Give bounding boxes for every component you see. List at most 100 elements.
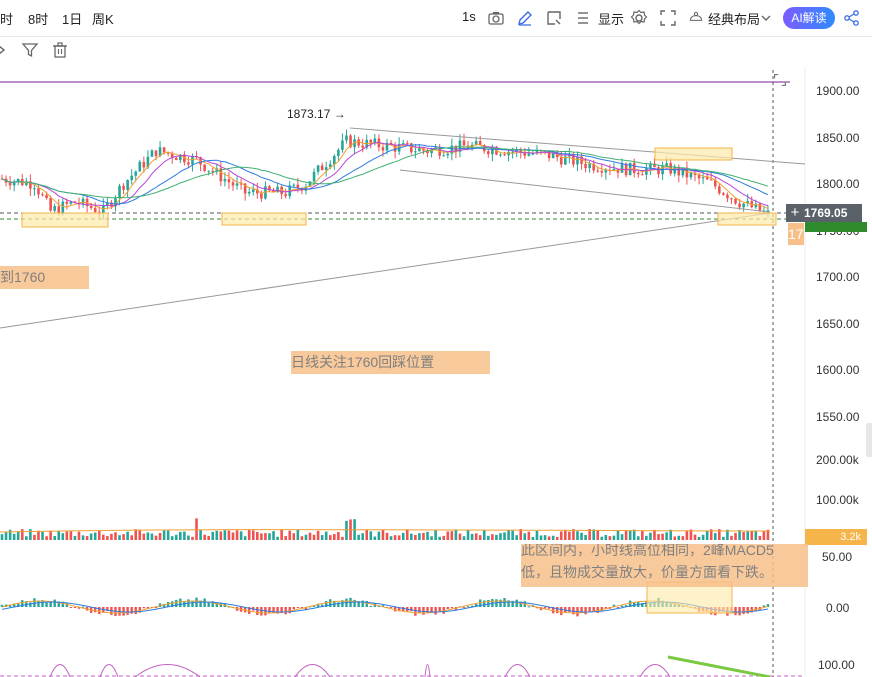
candle-body xyxy=(596,170,600,172)
rsi-curve xyxy=(424,664,431,677)
trend-line-rising xyxy=(0,212,771,329)
macd-bar xyxy=(527,606,531,608)
interval-selector[interactable]: 1s xyxy=(462,9,476,24)
volume-bar xyxy=(434,530,437,540)
volume-bar xyxy=(179,531,182,540)
candle-body xyxy=(37,188,40,195)
ai-interpret-button[interactable]: AI解读 xyxy=(783,7,835,29)
fullscreen-icon[interactable] xyxy=(658,8,678,28)
volume-bar xyxy=(324,531,328,540)
volume-bar xyxy=(422,532,425,540)
volume-bar xyxy=(122,534,125,540)
volume-bar xyxy=(669,529,672,540)
drawing-toolbar xyxy=(0,36,872,66)
chevron-down-icon[interactable] xyxy=(760,8,772,28)
volume-bar xyxy=(231,532,235,540)
candle-body xyxy=(527,153,531,156)
green-arrow xyxy=(667,655,771,677)
volume-bar xyxy=(624,531,628,540)
volume-bar xyxy=(203,534,206,540)
candle-body xyxy=(341,140,344,150)
macd-bar xyxy=(543,607,547,609)
rect-select-icon[interactable] xyxy=(544,8,564,28)
candle-body xyxy=(203,164,206,171)
volume-bar xyxy=(170,536,174,540)
volume-bar xyxy=(584,534,587,540)
macd-bar xyxy=(438,607,441,612)
volume-bar xyxy=(227,530,231,540)
volume-bar xyxy=(300,536,304,540)
volume-bar xyxy=(341,536,344,540)
list-icon[interactable] xyxy=(573,8,593,28)
volume-bar xyxy=(57,530,61,540)
volume-bar xyxy=(187,535,190,540)
macd-bar xyxy=(33,598,36,607)
volume-bar xyxy=(41,531,44,540)
candle-body xyxy=(588,163,591,169)
note-commentary[interactable]: 此区间内，小时线高位相同，2峰MACD5 低，且物成交量放大，价量方面看下跌。 xyxy=(521,544,808,587)
macd-bar xyxy=(369,605,372,607)
volume-bar xyxy=(701,534,705,540)
share-icon[interactable] xyxy=(842,8,862,28)
layout-selector[interactable]: 经典布局 xyxy=(708,9,760,28)
macd-bar xyxy=(98,607,101,615)
candle-body xyxy=(677,166,681,176)
macd-bar xyxy=(260,607,263,616)
volume-bar xyxy=(531,536,535,540)
candle-body xyxy=(393,145,397,152)
macd-bar xyxy=(179,598,182,607)
volume-bar xyxy=(519,529,523,540)
volume-bar xyxy=(641,531,644,540)
macd-bar xyxy=(410,607,413,612)
note-daily[interactable]: 日线关注1760回踩位置 xyxy=(291,351,490,374)
volume-current-tag: 3.2k xyxy=(805,529,867,545)
camera-icon[interactable] xyxy=(486,8,506,28)
timeframe-week[interactable]: 周K xyxy=(92,9,114,28)
filter-icon[interactable] xyxy=(20,40,40,60)
candle-body xyxy=(738,203,741,208)
display-button[interactable]: 显示 xyxy=(598,9,624,28)
volume-bar xyxy=(385,532,389,540)
side-panel-handle[interactable] xyxy=(866,423,872,457)
candle-body xyxy=(551,153,555,159)
candle-body xyxy=(150,150,154,157)
volume-bar xyxy=(272,531,275,540)
volume-bar xyxy=(29,529,32,540)
candle-body xyxy=(122,185,125,190)
top-toolbar: 时 8时 1日 周K 1s 显示 经典布局 AI解读 xyxy=(0,0,872,37)
volume-bar xyxy=(296,529,300,540)
macd-bar xyxy=(389,607,393,608)
pencil-icon[interactable] xyxy=(515,8,535,28)
volume-bar xyxy=(636,536,640,540)
expand-icon[interactable] xyxy=(771,71,789,89)
volume-bar xyxy=(219,531,223,540)
volume-bar xyxy=(742,531,745,540)
plus-icon[interactable]: + xyxy=(786,204,804,222)
settings-icon[interactable] xyxy=(629,8,649,28)
volume-bar xyxy=(596,530,600,540)
candle-body xyxy=(316,165,320,172)
macd-bar xyxy=(29,602,32,607)
volume-bar xyxy=(195,518,198,540)
note-left[interactable]: 到1760 xyxy=(0,266,89,289)
volume-bar xyxy=(264,533,267,540)
timeframe-hour[interactable]: 时 xyxy=(0,9,13,28)
timeframe-1d[interactable]: 1日 xyxy=(62,9,82,28)
trash-icon[interactable] xyxy=(50,40,70,60)
volume-bar xyxy=(442,535,446,540)
macd-bar xyxy=(746,607,749,614)
rsi-curve xyxy=(49,664,71,677)
volume-bar xyxy=(239,531,243,540)
volume-bar xyxy=(426,531,429,540)
highlight-box xyxy=(221,212,307,226)
macd-bar xyxy=(361,600,364,607)
volume-bar xyxy=(361,533,364,540)
volume-bar xyxy=(661,533,664,540)
volume-bar xyxy=(612,535,616,540)
volume-bar xyxy=(174,534,178,540)
volume-bar xyxy=(65,531,69,540)
volume-bar xyxy=(20,529,24,540)
candle-body xyxy=(49,197,52,211)
chevron-right-icon[interactable] xyxy=(0,40,8,60)
timeframe-8h[interactable]: 8时 xyxy=(28,9,48,28)
